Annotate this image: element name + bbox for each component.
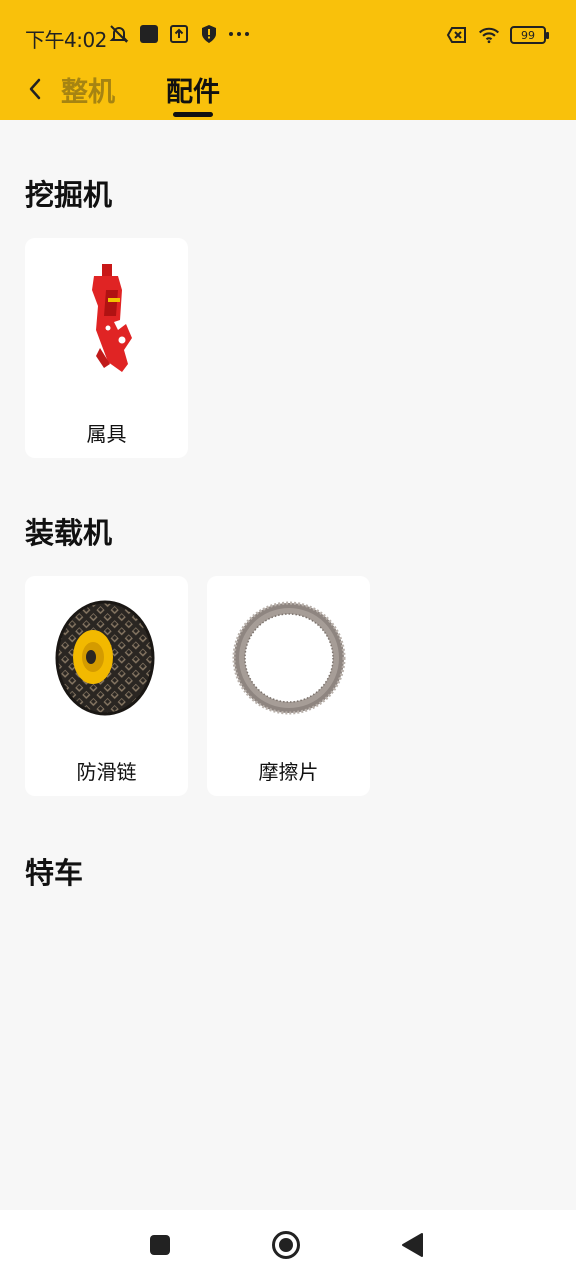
section-title-excavator: 挖掘机: [25, 178, 113, 212]
upload-icon: [168, 23, 190, 45]
status-time: 下午4:02: [25, 28, 107, 52]
battery-icon: 99: [510, 26, 549, 44]
recents-button[interactable]: [144, 1229, 176, 1261]
home-circle-icon: [272, 1231, 300, 1259]
mute-icon: [108, 23, 130, 45]
tab-vehicles[interactable]: 整机: [61, 70, 115, 109]
category-card-friction-disc[interactable]: 摩擦片: [207, 576, 370, 796]
category-card-tire-chain[interactable]: 防滑链: [25, 576, 188, 796]
back-button[interactable]: [18, 72, 52, 106]
category-label: 属具: [86, 422, 127, 446]
top-nav: 整机 配件: [0, 62, 576, 120]
status-icons-right: 99: [446, 24, 549, 46]
category-label: 摩擦片: [258, 760, 319, 784]
active-tab-indicator: [173, 112, 213, 117]
tab-parts[interactable]: 配件: [166, 70, 220, 109]
app-header: 下午4:02 99 整机 配件: [0, 0, 576, 120]
friction-disc-image: [225, 594, 352, 721]
hydraulic-crusher-image: [43, 256, 170, 383]
system-nav-bar: [0, 1210, 576, 1280]
app-square-icon: [138, 23, 160, 45]
category-card-attachments[interactable]: 属具: [25, 238, 188, 458]
recents-square-icon: [150, 1235, 170, 1255]
section-title-special-vehicle: 特车: [25, 856, 84, 890]
category-label: 防滑链: [76, 760, 137, 784]
shield-icon: [198, 23, 220, 45]
chevron-left-icon: [29, 78, 41, 100]
tire-chain-image: [43, 594, 170, 721]
more-dots-icon: [228, 23, 250, 45]
status-icons-left: [108, 23, 250, 45]
wifi-icon: [478, 24, 500, 46]
status-bar: 下午4:02 99: [0, 0, 576, 70]
sim-off-icon: [446, 24, 468, 46]
back-triangle-icon: [402, 1233, 423, 1257]
home-button[interactable]: [270, 1229, 302, 1261]
back-nav-button[interactable]: [396, 1229, 428, 1261]
section-title-loader: 装载机: [25, 516, 113, 550]
